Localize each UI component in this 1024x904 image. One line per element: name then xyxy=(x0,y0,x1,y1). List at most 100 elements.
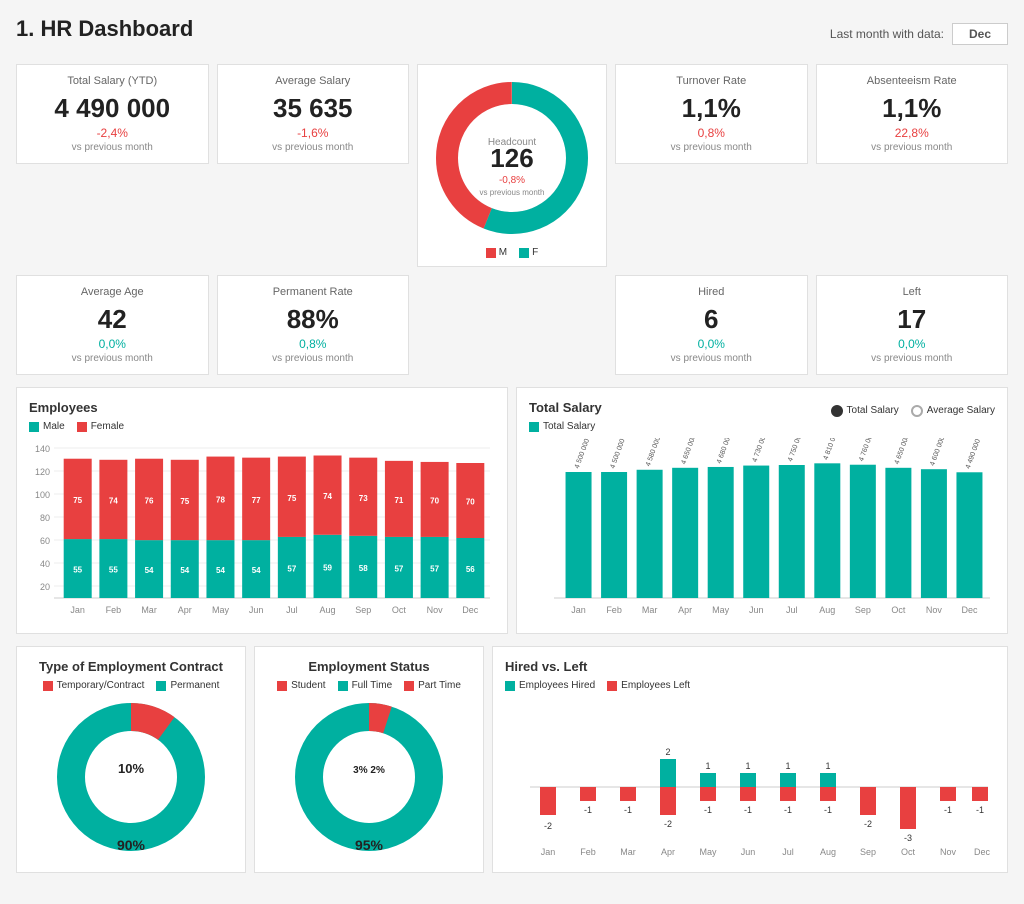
svg-text:Sep: Sep xyxy=(855,605,871,615)
svg-text:57: 57 xyxy=(430,564,439,573)
svg-text:4 750 000 $: 4 750 000 $ xyxy=(787,438,806,463)
svg-text:1: 1 xyxy=(745,761,750,771)
svg-text:74: 74 xyxy=(109,496,118,505)
svg-text:4 580 000 $: 4 580 000 $ xyxy=(645,438,664,467)
fulltime-pct: 95% xyxy=(267,837,471,853)
svg-text:73: 73 xyxy=(359,494,368,503)
svg-text:55: 55 xyxy=(109,566,118,575)
permanent-rate-change: 0,8% xyxy=(232,337,395,351)
svg-text:77: 77 xyxy=(252,496,261,505)
svg-text:Jun: Jun xyxy=(749,605,764,615)
employment-contract-legend: Temporary/Contract Permanent xyxy=(29,680,233,691)
status-donut: 3% 2% xyxy=(289,697,449,857)
hired-left-chart: Jan Feb Mar Apr May Jun Jul Aug Sep Oct … xyxy=(505,697,995,857)
svg-text:-1: -1 xyxy=(944,805,952,815)
total-salary-chart-title: Total Salary xyxy=(529,400,602,415)
left-change: 0,0% xyxy=(831,337,994,351)
svg-text:4 500 000 $: 4 500 000 $ xyxy=(574,438,593,470)
male-legend: M xyxy=(486,247,507,258)
headcount-card: Headcount 126 -0,8% vs previous month M … xyxy=(417,64,607,267)
svg-text:vs previous month: vs previous month xyxy=(480,188,545,197)
svg-text:76: 76 xyxy=(145,496,154,505)
left-sub: vs previous month xyxy=(831,353,994,364)
svg-text:Feb: Feb xyxy=(106,605,122,615)
svg-text:54: 54 xyxy=(145,566,154,575)
svg-text:-1: -1 xyxy=(784,805,792,815)
svg-text:57: 57 xyxy=(287,564,296,573)
svg-text:Nov: Nov xyxy=(926,605,943,615)
svg-text:May: May xyxy=(712,605,730,615)
svg-text:Mar: Mar xyxy=(141,605,157,615)
svg-text:Dec: Dec xyxy=(974,847,991,857)
permanent-rate-title: Permanent Rate xyxy=(232,286,395,298)
svg-text:4 490 000 $: 4 490 000 $ xyxy=(965,438,984,470)
svg-text:20: 20 xyxy=(40,582,50,592)
total-salary-card: Total Salary (YTD) 4 490 000 -2,4% vs pr… xyxy=(16,64,209,164)
turnover-sub: vs previous month xyxy=(630,142,793,153)
svg-text:126: 126 xyxy=(490,143,533,173)
total-salary-sub: vs previous month xyxy=(31,142,194,153)
employment-contract-card: Type of Employment Contract Temporary/Co… xyxy=(16,646,246,873)
avg-age-sub: vs previous month xyxy=(31,353,194,364)
permanent-rate-sub: vs previous month xyxy=(232,353,395,364)
absenteeism-card: Absenteeism Rate 1,1% 22,8% vs previous … xyxy=(816,64,1009,164)
svg-text:55: 55 xyxy=(73,566,82,575)
svg-text:-1: -1 xyxy=(744,805,752,815)
hired-title: Hired xyxy=(630,286,793,298)
svg-text:Oct: Oct xyxy=(392,605,407,615)
total-salary-legend: Total Salary xyxy=(529,421,995,432)
svg-text:4 760 000 $: 4 760 000 $ xyxy=(858,438,877,462)
avg-salary-change: -1,6% xyxy=(232,126,395,140)
svg-text:-0,8%: -0,8% xyxy=(499,175,525,186)
svg-text:-2: -2 xyxy=(864,819,872,829)
svg-text:4 650 000 $: 4 650 000 $ xyxy=(680,438,699,465)
svg-text:70: 70 xyxy=(466,498,475,507)
svg-text:1: 1 xyxy=(785,761,790,771)
avg-age-change: 0,0% xyxy=(31,337,194,351)
svg-text:70: 70 xyxy=(430,496,439,505)
contract-donut: 10% xyxy=(51,697,211,857)
svg-text:Dec: Dec xyxy=(961,605,978,615)
svg-text:1: 1 xyxy=(705,761,710,771)
svg-text:Jan: Jan xyxy=(70,605,85,615)
svg-text:Jul: Jul xyxy=(286,605,298,615)
avg-salary-title: Average Salary xyxy=(232,75,395,87)
employment-status-title: Employment Status xyxy=(267,659,471,674)
svg-text:4 810 000 $: 4 810 000 $ xyxy=(823,438,842,461)
svg-text:54: 54 xyxy=(180,566,189,575)
svg-text:4 680 000 $: 4 680 000 $ xyxy=(716,438,735,465)
absenteeism-change: 22,8% xyxy=(831,126,994,140)
avg-salary-value: 35 635 xyxy=(232,93,395,124)
permanent-pct: 90% xyxy=(29,837,233,853)
headcount-donut: Headcount 126 -0,8% vs previous month xyxy=(427,73,597,243)
svg-text:2: 2 xyxy=(665,747,670,757)
svg-text:Nov: Nov xyxy=(427,605,444,615)
employment-status-legend: Student Full Time Part Time xyxy=(267,680,471,691)
turnover-title: Turnover Rate xyxy=(630,75,793,87)
svg-text:4 600 000 $: 4 600 000 $ xyxy=(929,438,948,467)
svg-text:3% 2%: 3% 2% xyxy=(353,765,385,776)
employment-status-card: Employment Status Student Full Time Part… xyxy=(254,646,484,873)
svg-text:Sep: Sep xyxy=(860,847,876,857)
svg-text:Aug: Aug xyxy=(820,847,836,857)
svg-text:54: 54 xyxy=(216,566,225,575)
svg-text:80: 80 xyxy=(40,513,50,523)
svg-text:78: 78 xyxy=(216,495,225,504)
svg-text:Apr: Apr xyxy=(678,605,692,615)
svg-text:58: 58 xyxy=(359,564,368,573)
svg-text:59: 59 xyxy=(323,563,332,572)
svg-text:74: 74 xyxy=(323,492,332,501)
svg-text:May: May xyxy=(212,605,230,615)
svg-text:Apr: Apr xyxy=(661,847,675,857)
hired-value: 6 xyxy=(630,304,793,335)
svg-text:100: 100 xyxy=(35,490,50,500)
svg-text:-2: -2 xyxy=(544,821,552,831)
svg-text:4 730 000 $: 4 730 000 $ xyxy=(752,438,771,463)
svg-text:Feb: Feb xyxy=(580,847,596,857)
employment-contract-title: Type of Employment Contract xyxy=(29,659,233,674)
svg-text:Nov: Nov xyxy=(940,847,957,857)
female-legend: F xyxy=(519,247,538,258)
avg-salary-card: Average Salary 35 635 -1,6% vs previous … xyxy=(217,64,410,164)
last-month-info: Last month with data: Dec xyxy=(830,23,1008,45)
svg-text:Jul: Jul xyxy=(782,847,794,857)
